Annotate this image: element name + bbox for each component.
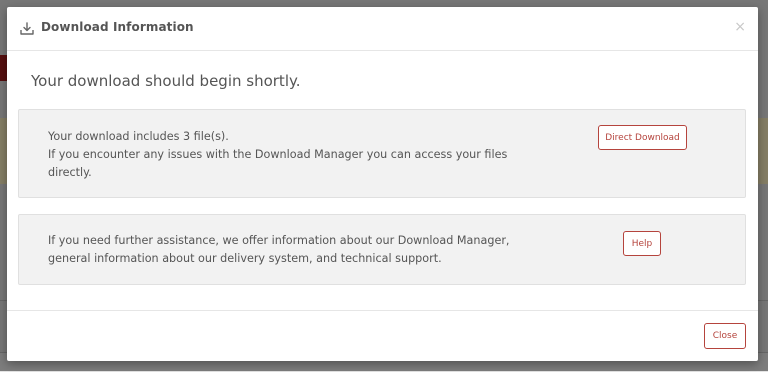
direct-download-button[interactable]: Direct Download bbox=[598, 125, 687, 150]
help-panel: If you need further assistance, we offer… bbox=[18, 214, 746, 285]
help-text: If you need further assistance, we offer… bbox=[48, 232, 528, 268]
dialog-header: Download Information × bbox=[7, 7, 758, 51]
assistance-text: If you need further assistance, we offer… bbox=[48, 234, 510, 265]
help-button[interactable]: Help bbox=[623, 231, 661, 256]
direct-download-text: Your download includes 3 file(s). If you… bbox=[48, 128, 518, 182]
file-count-text: Your download includes 3 file(s). bbox=[48, 130, 229, 143]
download-information-dialog: Download Information × Your download sho… bbox=[7, 7, 758, 361]
dialog-footer-divider bbox=[7, 310, 758, 311]
issue-help-text: If you encounter any issues with the Dow… bbox=[48, 148, 508, 179]
close-icon[interactable]: × bbox=[734, 19, 746, 35]
download-status-message: Your download should begin shortly. bbox=[31, 72, 301, 90]
direct-download-panel: Your download includes 3 file(s). If you… bbox=[18, 109, 746, 198]
dialog-title: Download Information bbox=[41, 20, 194, 34]
download-icon bbox=[19, 21, 35, 37]
close-button[interactable]: Close bbox=[704, 323, 746, 349]
